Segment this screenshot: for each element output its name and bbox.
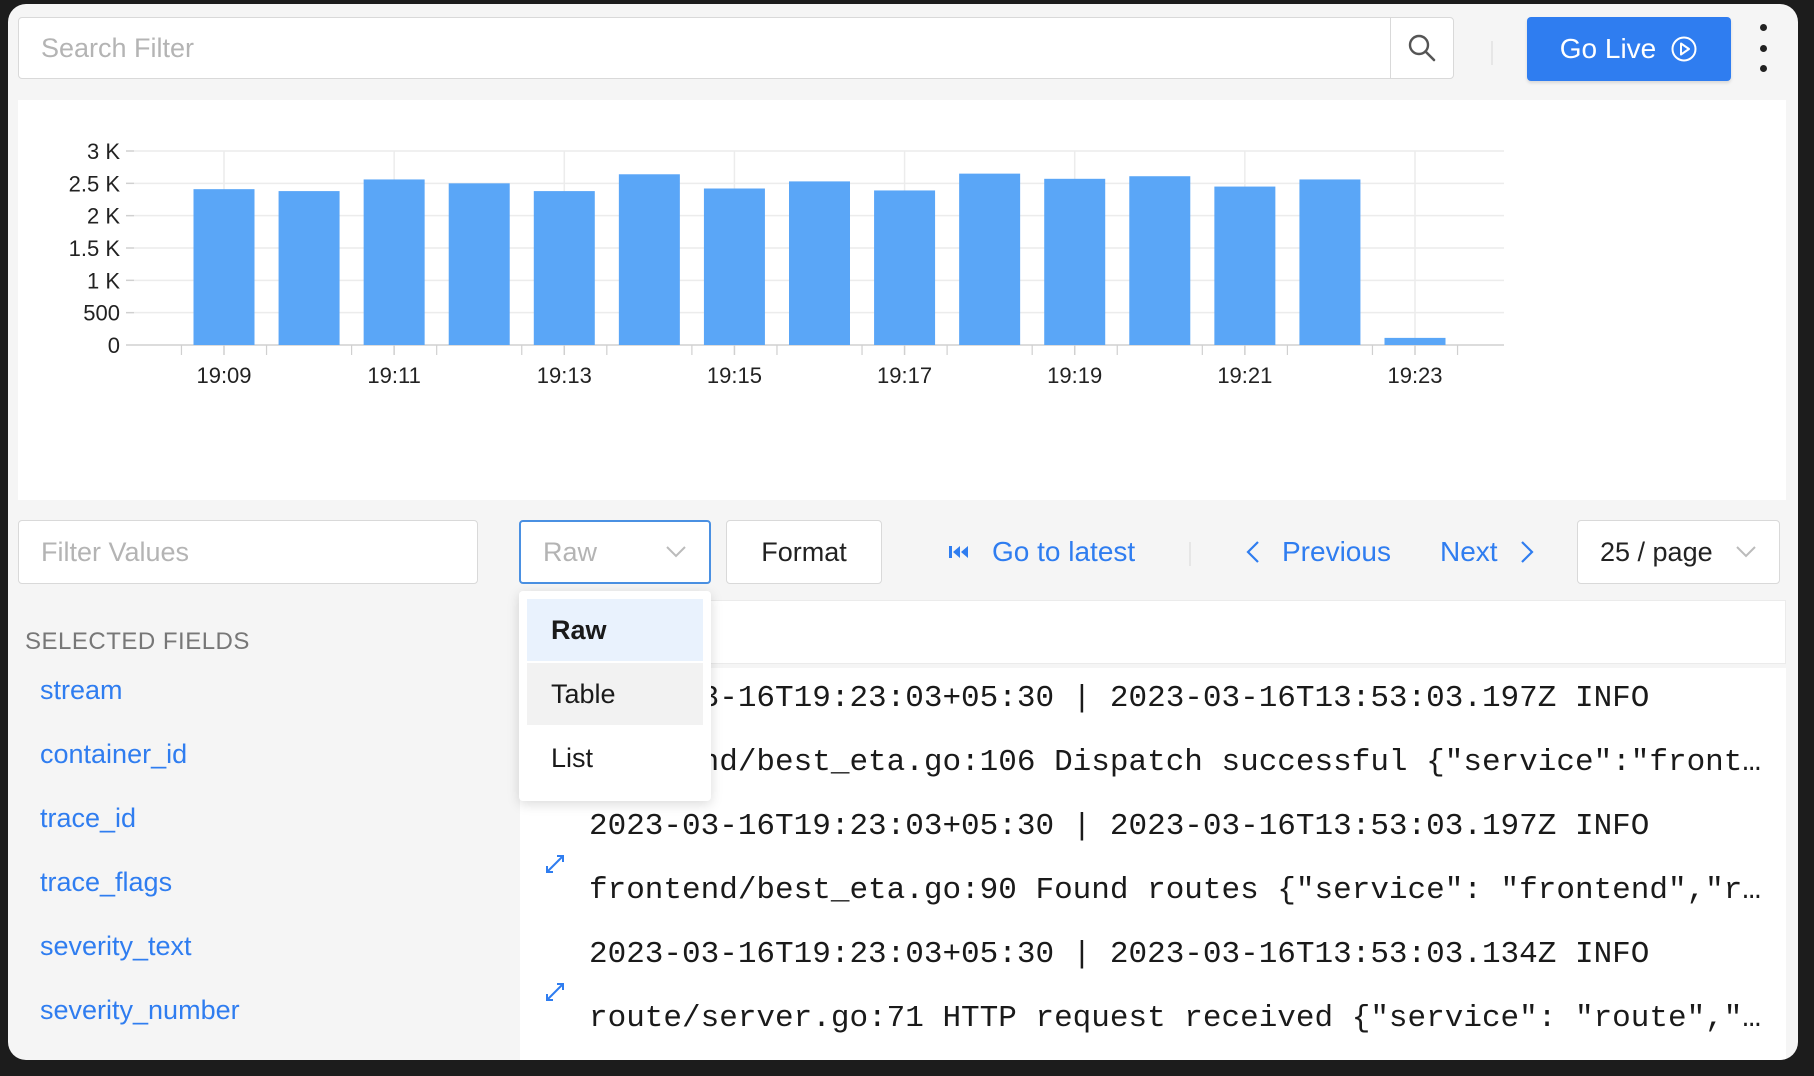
field-item-container-id[interactable]: container_id [40, 736, 240, 800]
view-mode-value: Raw [543, 536, 598, 567]
histogram-bar[interactable] [1299, 179, 1361, 345]
format-label: Format [761, 536, 847, 567]
y-tick-label: 2.5 K [69, 171, 121, 196]
expand-icon[interactable] [544, 981, 566, 1003]
x-tick-label: 19:19 [1047, 363, 1102, 388]
go-live-button[interactable]: Go Live [1527, 17, 1731, 81]
field-item-trace-flags[interactable]: trace_flags [40, 864, 240, 928]
chevron-down-icon [666, 546, 686, 558]
dropdown-option-raw[interactable]: Raw [527, 599, 703, 661]
page-size-select[interactable]: 25 / page [1577, 520, 1780, 584]
histogram-chart: 0 500 1 K 1.5 K 2 K 2.5 K 3 K 19:09 19:11 19:13 19… [69, 139, 1504, 388]
go-to-latest-label: Go to latest [992, 536, 1136, 567]
previous-label: Previous [1282, 536, 1391, 567]
field-item-trace-id[interactable]: trace_id [40, 800, 240, 864]
skip-back-icon [949, 546, 968, 558]
previous-button[interactable]: Previous [1246, 520, 1391, 584]
histogram-bar[interactable] [789, 181, 850, 345]
log-line: frontend/best_eta.go:106 Dispatch succes… [589, 745, 1769, 780]
histogram-bar[interactable] [1044, 178, 1106, 345]
search-filter-input[interactable] [19, 18, 1394, 78]
log-line: route/server.go:71 HTTP request received… [589, 1001, 1769, 1036]
histogram-bar[interactable] [874, 190, 936, 345]
field-item-stream[interactable]: stream [40, 672, 240, 736]
next-label: Next [1440, 536, 1498, 567]
filter-values-box [18, 520, 478, 584]
x-tick-label: 19:21 [1217, 363, 1272, 388]
view-mode-select[interactable]: Raw [519, 520, 711, 584]
pagination-divider [1189, 542, 1191, 566]
filter-values-input[interactable] [19, 521, 477, 583]
x-tick-label: 19:15 [707, 363, 762, 388]
x-tick-label: 19:13 [537, 363, 592, 388]
x-tick-label: 19:17 [877, 363, 932, 388]
histogram-bar[interactable] [278, 191, 340, 345]
chevron-left-icon [1246, 541, 1259, 563]
x-tick-label: 19:23 [1387, 363, 1442, 388]
go-live-label: Go Live [1559, 33, 1657, 64]
app-window: Go Live 0 500 1 K 1.5 K 2 K 2.5 K 3 K 19:09 19:1… [8, 4, 1798, 1060]
histogram-bar[interactable] [703, 188, 765, 345]
search-filter-box [18, 17, 1454, 79]
log-line: 2023-03-16T19:23:03+05:30 | 2023-03-16T1… [589, 937, 1650, 972]
field-item-severity-text[interactable]: severity_text [40, 928, 240, 992]
histogram-bar[interactable] [533, 191, 595, 345]
log-line: 2023-03-16T19:23:03+05:30 | 2023-03-16T1… [589, 681, 1650, 716]
histogram-bar[interactable] [363, 179, 425, 345]
histogram-bar[interactable] [1129, 176, 1191, 345]
x-tick-label: 19:09 [196, 363, 251, 388]
y-tick-label: 1 K [87, 268, 120, 293]
log-line: frontend/best_eta.go:90 Found routes {"s… [589, 873, 1769, 908]
chevron-right-icon [1520, 541, 1534, 563]
histogram-bar[interactable] [1214, 186, 1276, 345]
expand-icon[interactable] [544, 853, 566, 875]
page-size-value: 25 / page [1600, 536, 1713, 567]
toolbar-divider [1491, 41, 1493, 65]
next-button[interactable]: Next [1440, 520, 1534, 584]
histogram-bar[interactable] [193, 189, 255, 345]
histogram-bar[interactable] [618, 174, 680, 345]
histogram-bar[interactable] [448, 183, 510, 345]
log-line: 2023-03-16T19:23:03+05:30 | 2023-03-16T1… [589, 809, 1650, 844]
y-tick-label: 2 K [87, 204, 120, 229]
y-tick-label: 500 [83, 301, 120, 326]
y-tick-label: 3 K [87, 139, 120, 164]
histogram-panel: 0 500 1 K 1.5 K 2 K 2.5 K 3 K 19:09 19:11 19:13 19… [18, 100, 1786, 500]
dropdown-option-list[interactable]: List [527, 727, 703, 789]
histogram-bar[interactable] [1384, 337, 1446, 345]
search-button[interactable] [1390, 18, 1453, 78]
view-mode-dropdown: Raw Table List [519, 591, 711, 801]
format-button[interactable]: Format [726, 520, 882, 584]
search-icon [1408, 34, 1436, 62]
dropdown-option-table[interactable]: Table [527, 663, 703, 725]
y-tick-label: 1.5 K [69, 236, 121, 261]
more-menu-icon[interactable] [1754, 24, 1772, 72]
x-tick-label: 19:11 [367, 363, 420, 388]
histogram-bar[interactable] [959, 173, 1021, 345]
play-circle-icon [1671, 36, 1697, 62]
selected-fields-heading: SELECTED FIELDS [25, 628, 250, 655]
selected-fields-list: stream container_id trace_id trace_flags… [40, 672, 240, 1056]
chevron-down-icon [1736, 546, 1756, 558]
field-item-severity-number[interactable]: severity_number [40, 992, 240, 1056]
go-to-latest-button[interactable]: Go to latest [948, 520, 1135, 584]
y-tick-label: 0 [108, 333, 120, 358]
